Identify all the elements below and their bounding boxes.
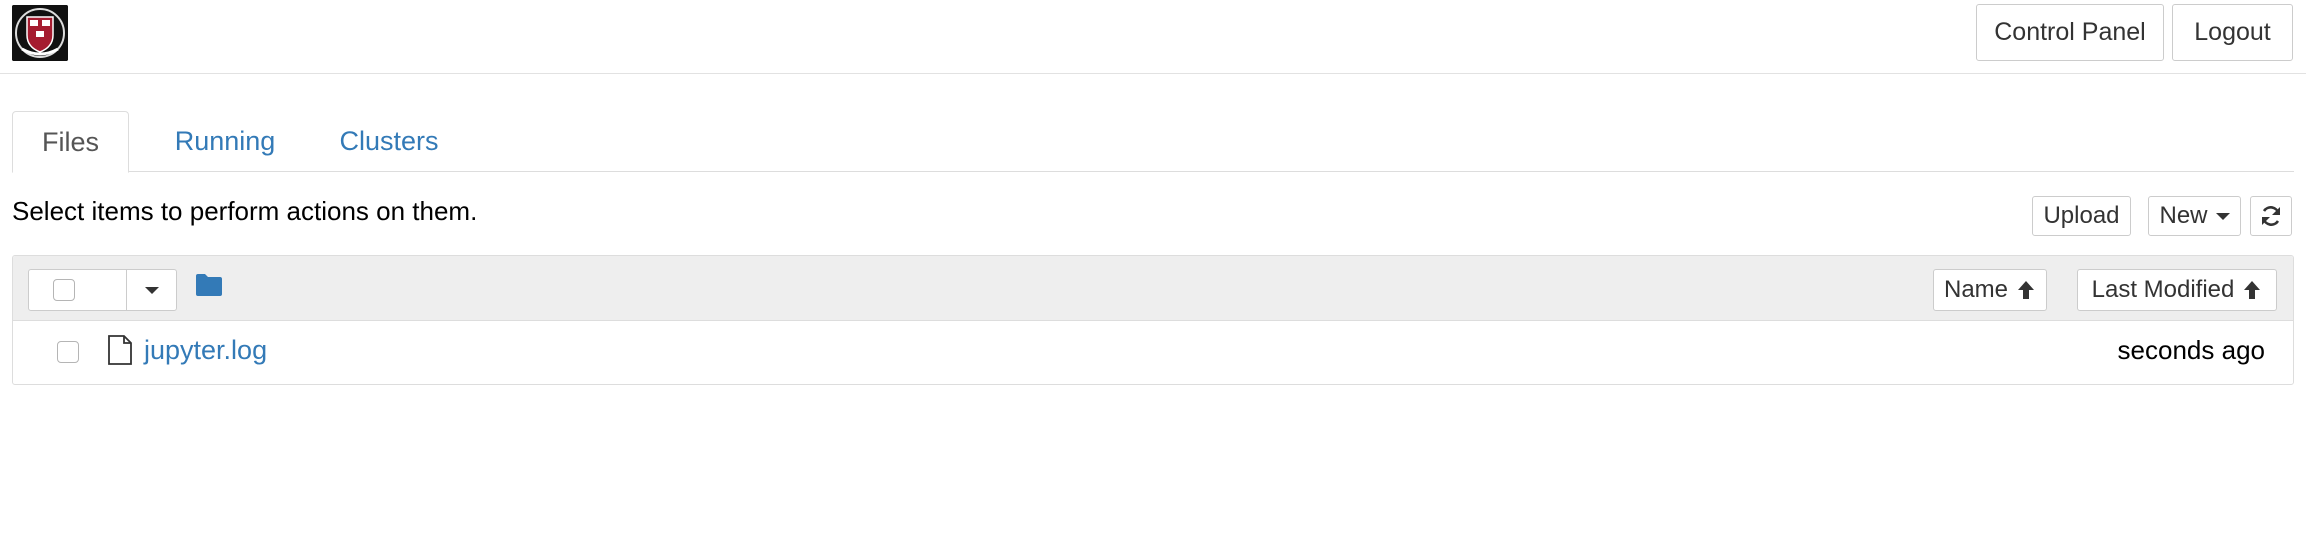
file-list: Name Last Modified jupyter.log seconds a… [12, 255, 2294, 385]
sort-by-last-modified-button[interactable]: Last Modified [2077, 269, 2277, 311]
university-logo-icon[interactable] [12, 5, 68, 61]
tab-files[interactable]: Files [12, 111, 129, 173]
folder-icon[interactable] [195, 273, 223, 297]
tab-running[interactable]: Running [152, 111, 298, 172]
select-all-group [28, 269, 177, 311]
top-header: Control Panel Logout [0, 0, 2306, 74]
sort-name-label: Name [1943, 276, 2009, 303]
select-all-box [29, 270, 127, 310]
control-panel-button[interactable]: Control Panel [1976, 4, 2164, 61]
tab-bar: Files Running Clusters [12, 111, 2294, 173]
new-button-label: New [2159, 202, 2208, 229]
upload-button[interactable]: Upload [2032, 196, 2131, 236]
select-all-checkbox[interactable] [53, 279, 75, 301]
item-checkbox[interactable] [57, 341, 79, 363]
file-icon [107, 335, 133, 365]
caret-down-icon [145, 286, 159, 294]
select-dropdown-button[interactable] [128, 270, 176, 310]
arrow-up-icon [2244, 281, 2261, 299]
refresh-button[interactable] [2250, 196, 2292, 236]
sort-modified-label: Last Modified [2091, 276, 2235, 303]
sort-by-name-button[interactable]: Name [1933, 269, 2047, 311]
file-list-header: Name Last Modified [13, 256, 2293, 321]
logout-button[interactable]: Logout [2172, 4, 2293, 61]
file-name-link[interactable]: jupyter.log [144, 335, 267, 366]
tab-clusters[interactable]: Clusters [318, 111, 460, 172]
refresh-icon [2262, 206, 2280, 226]
caret-down-icon [2215, 212, 2230, 220]
new-dropdown-button[interactable]: New [2148, 196, 2241, 236]
list-item: jupyter.log seconds ago [13, 321, 2293, 384]
last-modified-value: seconds ago [2117, 335, 2265, 365]
instructions-text: Select items to perform actions on them. [12, 196, 478, 226]
arrow-up-icon [2018, 281, 2035, 299]
